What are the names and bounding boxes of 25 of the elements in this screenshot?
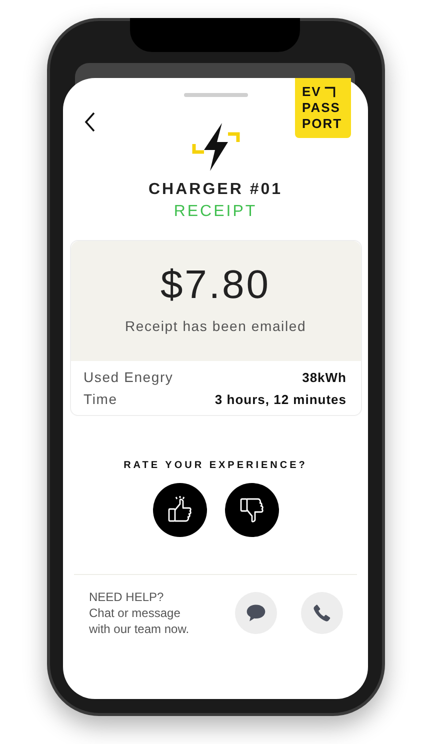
logo-text: EV — [302, 84, 322, 99]
logo-text: PASS — [302, 100, 340, 115]
charger-bolt-icon — [192, 122, 240, 172]
detail-label: Time — [84, 391, 118, 407]
back-icon — [84, 112, 96, 132]
charger-title: CHARGER #01 — [148, 181, 283, 199]
amount-text: $7.80 — [160, 263, 271, 308]
help-text: Chat or message — [89, 605, 182, 621]
thumbs-up-button[interactable] — [152, 483, 206, 537]
email-note: Receipt has been emailed — [124, 318, 306, 334]
detail-value: 38kWh — [302, 370, 346, 384]
corner-icon — [324, 86, 336, 98]
receipt-label: RECEIPT — [174, 203, 258, 221]
detail-label: Used Enegry — [84, 369, 174, 385]
detail-value: 3 hours, 12 minutes — [214, 392, 346, 406]
drag-handle[interactable] — [184, 93, 248, 97]
rating-title: RATE YOUR EXPERIENCE? — [124, 460, 308, 471]
chat-icon — [245, 602, 267, 624]
phone-icon — [312, 603, 332, 623]
phone-button[interactable] — [301, 592, 343, 634]
chat-button[interactable] — [235, 592, 277, 634]
logo-text: PORT — [302, 116, 342, 131]
help-title: NEED HELP? — [89, 589, 165, 605]
help-text: with our team now. — [89, 621, 190, 637]
thumbs-down-button[interactable] — [224, 483, 278, 537]
